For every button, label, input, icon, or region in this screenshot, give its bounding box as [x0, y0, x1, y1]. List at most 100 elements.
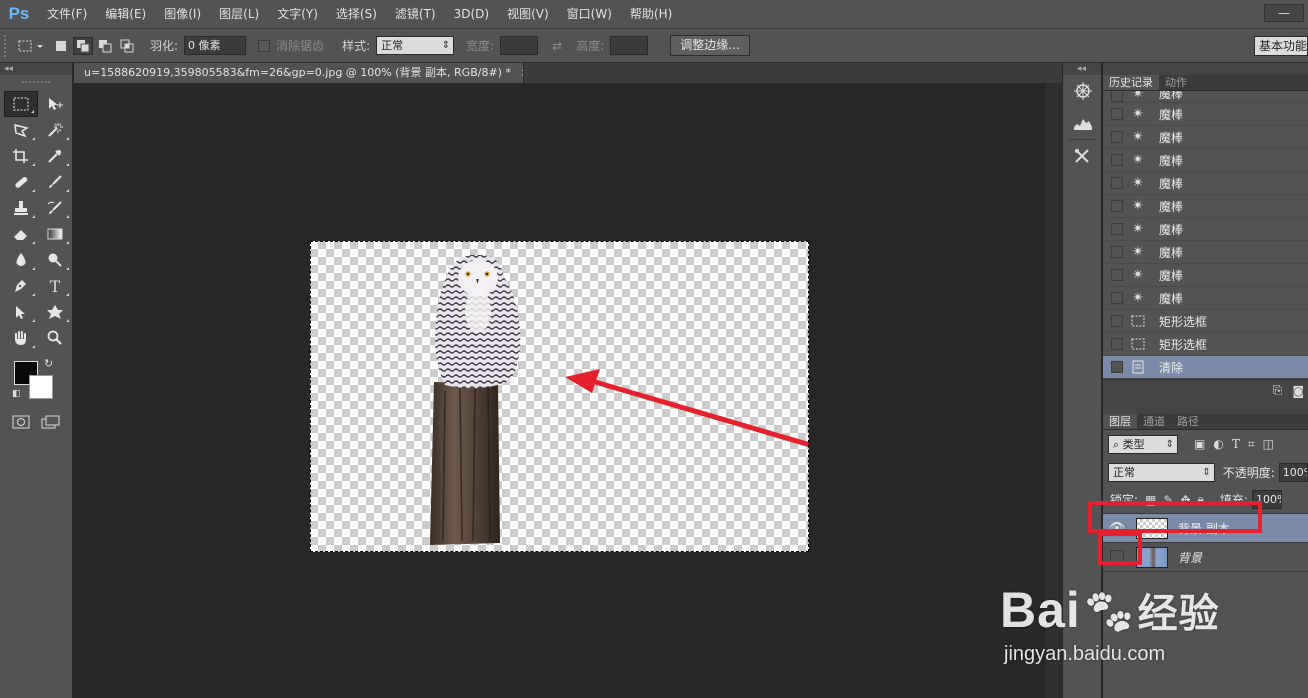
- menu-help[interactable]: 帮助(H): [621, 0, 681, 28]
- vertical-scrollbar[interactable]: [1044, 83, 1062, 698]
- history-snapshot-checkbox[interactable]: [1111, 269, 1123, 281]
- lasso-tool[interactable]: [4, 117, 38, 143]
- lock-image-icon[interactable]: ✎: [1163, 493, 1173, 507]
- dodge-tool[interactable]: [38, 247, 72, 273]
- menu-3d[interactable]: 3D(D): [445, 0, 498, 28]
- history-item[interactable]: ✴ 魔棒: [1103, 126, 1308, 149]
- width-input[interactable]: [500, 36, 539, 55]
- menu-layer[interactable]: 图层(L): [210, 0, 268, 28]
- menu-image[interactable]: 图像(I): [155, 0, 210, 28]
- rect-marquee-tool[interactable]: [4, 91, 38, 117]
- layer-row[interactable]: 👁︎ 背景 副本: [1103, 514, 1308, 543]
- collapse-tools-icon[interactable]: ◂◂: [0, 63, 72, 75]
- history-item[interactable]: 清除: [1103, 356, 1308, 379]
- opacity-input[interactable]: 100%: [1278, 462, 1308, 482]
- style-select[interactable]: 正常: [376, 36, 455, 55]
- navigator-icon[interactable]: [1063, 75, 1103, 107]
- visibility-toggle-empty[interactable]: [1110, 550, 1124, 564]
- type-tool[interactable]: T: [38, 273, 72, 299]
- fill-input[interactable]: 100%: [1251, 490, 1282, 509]
- menu-filter[interactable]: 滤镜(T): [386, 0, 445, 28]
- visibility-eye-icon[interactable]: 👁︎: [1103, 521, 1131, 536]
- default-colors-icon[interactable]: ◧: [12, 389, 21, 399]
- antialias-checkbox[interactable]: [258, 39, 271, 52]
- clone-stamp-tool[interactable]: [4, 195, 38, 221]
- new-selection-button[interactable]: [51, 37, 71, 55]
- adjustment-filter-icon[interactable]: ◐: [1213, 437, 1223, 451]
- history-brush-tool[interactable]: [38, 195, 72, 221]
- lock-transparent-icon[interactable]: ▦: [1145, 493, 1156, 507]
- custom-shape-tool[interactable]: [38, 299, 72, 325]
- history-item[interactable]: ✴ 魔棒: [1103, 241, 1308, 264]
- add-selection-button[interactable]: [73, 36, 93, 55]
- menu-type[interactable]: 文字(Y): [268, 0, 327, 28]
- new-snapshot-icon[interactable]: ⎘: [1273, 383, 1283, 398]
- menu-edit[interactable]: 编辑(E): [96, 0, 155, 28]
- quick-mask-icon[interactable]: [12, 415, 30, 432]
- eyedropper-tool[interactable]: [38, 143, 72, 169]
- blur-tool[interactable]: [4, 247, 38, 273]
- gradient-tool[interactable]: [38, 221, 72, 247]
- background-color-swatch[interactable]: [29, 375, 53, 399]
- hand-tool[interactable]: [4, 325, 38, 351]
- path-selection-tool[interactable]: [4, 299, 38, 325]
- smart-object-filter-icon[interactable]: ◫: [1263, 437, 1274, 451]
- history-item[interactable]: ✴ 魔棒: [1103, 264, 1308, 287]
- swap-colors-icon[interactable]: ↻: [44, 357, 53, 370]
- shape-filter-icon[interactable]: ⌗: [1248, 437, 1255, 452]
- history-snapshot-checkbox[interactable]: [1111, 338, 1123, 350]
- history-snapshot-checkbox[interactable]: [1111, 177, 1123, 189]
- type-filter-icon[interactable]: T: [1232, 437, 1240, 451]
- tool-preset-picker[interactable]: [12, 35, 50, 57]
- histogram-icon[interactable]: [1063, 107, 1103, 139]
- tool-presets-icon[interactable]: [1063, 140, 1103, 172]
- menu-window[interactable]: 窗口(W): [558, 0, 621, 28]
- document-tab[interactable]: u=1588620919,359805583&fm=26&gp=0.jpg @ …: [74, 63, 524, 83]
- refine-edge-button[interactable]: 调整边缘...: [670, 35, 750, 56]
- zoom-tool[interactable]: [38, 325, 72, 351]
- pixel-filter-icon[interactable]: ▣: [1194, 437, 1205, 451]
- layer-row[interactable]: 背景: [1103, 543, 1308, 572]
- eraser-tool[interactable]: [4, 221, 38, 247]
- move-tool[interactable]: [38, 91, 72, 117]
- pen-tool[interactable]: [4, 273, 38, 299]
- height-input[interactable]: [610, 36, 649, 55]
- history-snapshot-checkbox[interactable]: [1111, 108, 1123, 120]
- history-snapshot-checkbox[interactable]: [1111, 91, 1123, 102]
- screen-mode-icon[interactable]: [41, 415, 61, 432]
- collapse-panels-icon[interactable]: ◂◂: [1063, 63, 1101, 75]
- menu-view[interactable]: 视图(V): [498, 0, 558, 28]
- swap-dimensions-icon[interactable]: ⇄: [552, 39, 562, 53]
- layer-kind-filter[interactable]: ⌕ 类型: [1108, 434, 1178, 454]
- tab-layers[interactable]: 图层: [1103, 414, 1137, 429]
- lock-all-icon[interactable]: 🔒︎: [1198, 492, 1204, 507]
- workspace-select[interactable]: 基本功能: [1254, 36, 1308, 56]
- options-grip[interactable]: [4, 34, 12, 57]
- history-item[interactable]: 矩形选框: [1103, 310, 1308, 333]
- brush-tool[interactable]: [38, 169, 72, 195]
- history-snapshot-checkbox[interactable]: [1111, 292, 1123, 304]
- menu-select[interactable]: 选择(S): [327, 0, 386, 28]
- intersect-selection-button[interactable]: [117, 37, 137, 55]
- history-snapshot-checkbox[interactable]: [1111, 154, 1123, 166]
- tools-grip[interactable]: [22, 75, 50, 83]
- history-snapshot-checkbox[interactable]: [1111, 246, 1123, 258]
- crop-tool[interactable]: [4, 143, 38, 169]
- tab-actions[interactable]: 动作: [1159, 75, 1193, 90]
- history-item[interactable]: 矩形选框: [1103, 333, 1308, 356]
- healing-brush-tool[interactable]: [4, 169, 38, 195]
- tab-history[interactable]: 历史记录: [1103, 75, 1159, 90]
- menu-file[interactable]: 文件(F): [38, 0, 96, 28]
- tab-channels[interactable]: 通道: [1137, 414, 1171, 429]
- magic-wand-tool[interactable]: [38, 117, 72, 143]
- history-snapshot-checkbox[interactable]: [1111, 361, 1123, 373]
- history-item[interactable]: ✴ 魔棒: [1103, 149, 1308, 172]
- tab-paths[interactable]: 路径: [1171, 414, 1205, 429]
- history-item[interactable]: ✴ 魔棒: [1103, 195, 1308, 218]
- lock-position-icon[interactable]: ✥: [1180, 493, 1190, 507]
- history-snapshot-checkbox[interactable]: [1111, 223, 1123, 235]
- history-snapshot-checkbox[interactable]: [1111, 315, 1123, 327]
- image-canvas[interactable]: [309, 240, 810, 553]
- blend-mode-select[interactable]: 正常: [1108, 462, 1215, 482]
- history-item[interactable]: ✴ 魔棒: [1103, 91, 1308, 103]
